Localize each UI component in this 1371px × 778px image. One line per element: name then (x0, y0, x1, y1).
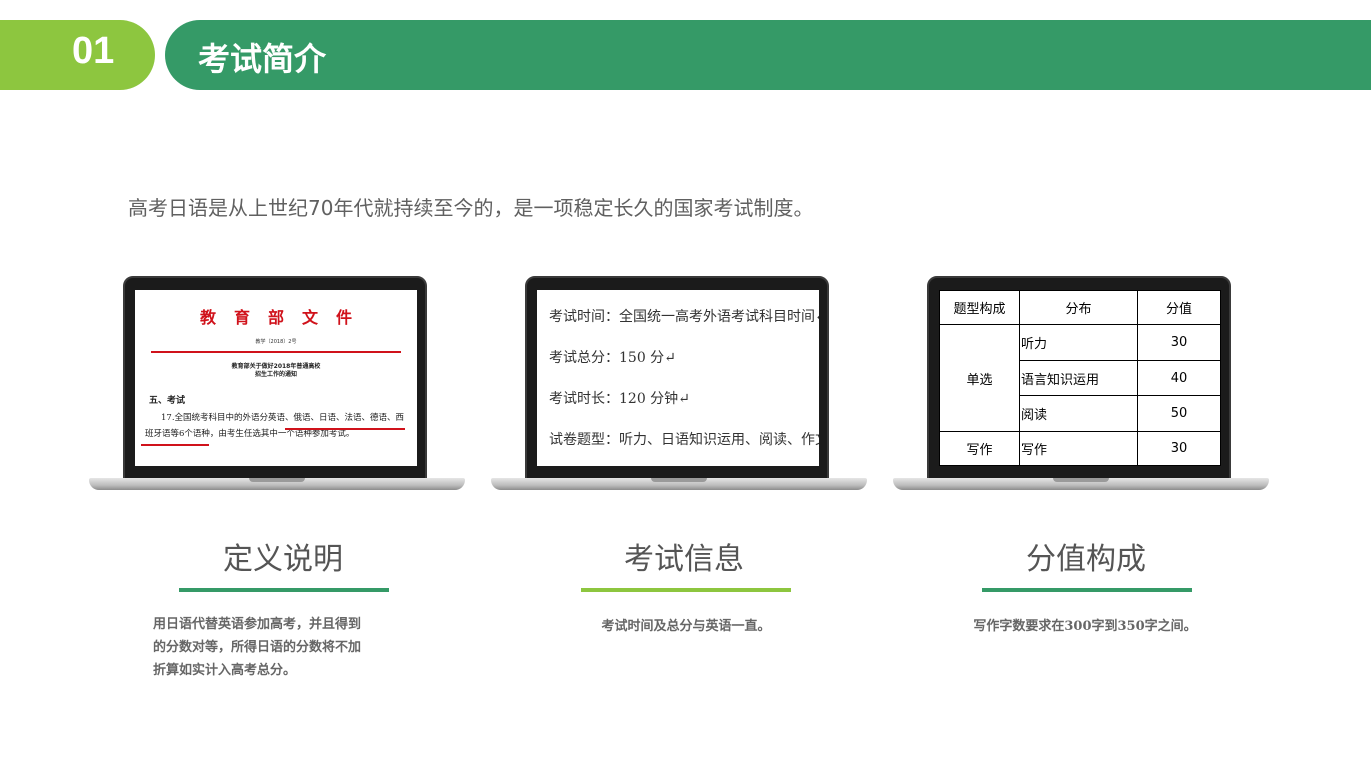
document-subtitle: 教育部关于做好2018年普通高校 招生工作的通知 (135, 363, 417, 379)
caption-text-definition: 用日语代替英语参加高考，并且得到 的分数对等，所得日语的分数将不加 折算如实计入… (153, 613, 413, 682)
table-header-cell: 题型构成 (939, 290, 1020, 325)
laptop-exam-info: 考试时间：全国统一高考外语考试科目时间↵ 考试总分：150 分↵ 考试时长：12… (491, 276, 867, 494)
laptop-score-table: 题型构成 分布 分值 单选 听力 30 语言知识运用 40 阅读 50 写作 写… (893, 276, 1269, 494)
exam-info-list: 考试时间：全国统一高考外语考试科目时间↵ 考试总分：150 分↵ 考试时长：12… (537, 290, 819, 466)
table-header-row: 题型构成 分布 分值 (939, 290, 1221, 325)
exam-info-line: 试卷题型：听力、日语知识运用、阅读、作文。 (549, 432, 819, 448)
language-underline (285, 428, 405, 430)
table-header-cell: 分布 (1019, 290, 1138, 325)
table-cell: 阅读 (1019, 395, 1138, 432)
document-section: 五、考试 (149, 396, 186, 406)
score-table: 题型构成 分布 分值 单选 听力 30 语言知识运用 40 阅读 50 写作 写… (939, 290, 1221, 466)
laptop-document: 教育部文件 教学〔2018〕2号 教育部关于做好2018年普通高校 招生工作的通… (89, 276, 465, 494)
section-number-badge: 01 (0, 20, 155, 90)
table-group-cell: 写作 (939, 431, 1020, 466)
language-underline (141, 444, 209, 446)
caption-text-line: 的分数对等，所得日语的分数将不加 (153, 640, 362, 655)
intro-text: 高考日语是从上世纪70年代就持续至今的，是一项稳定长久的国家考试制度。 (128, 196, 814, 220)
table-row: 写作 写作 30 (939, 431, 1221, 466)
caption-title-definition: 定义说明 (223, 542, 343, 577)
document-number: 教学〔2018〕2号 (255, 339, 297, 345)
caption-underline (982, 588, 1192, 592)
laptop-screen-document: 教育部文件 教学〔2018〕2号 教育部关于做好2018年普通高校 招生工作的通… (135, 290, 417, 466)
table-cell: 30 (1137, 431, 1221, 466)
document-header: 教育部文件 (199, 308, 370, 327)
caption-text-line: 用日语代替英语参加高考，并且得到 (153, 617, 362, 632)
laptop-notch (249, 478, 305, 482)
caption-title-score: 分值构成 (1026, 542, 1146, 577)
caption-underline (179, 588, 389, 592)
table-cell: 40 (1137, 360, 1221, 396)
caption-underline (581, 588, 791, 592)
exam-info-line: 考试时间：全国统一高考外语考试科目时间↵ (549, 309, 819, 325)
caption-text-line: 折算如实计入高考总分。 (153, 663, 297, 678)
laptop-bezel: 考试时间：全国统一高考外语考试科目时间↵ 考试总分：150 分↵ 考试时长：12… (525, 276, 829, 480)
laptop-bezel: 教育部文件 教学〔2018〕2号 教育部关于做好2018年普通高校 招生工作的通… (123, 276, 427, 480)
table-cell: 50 (1137, 395, 1221, 432)
caption-text-exam-info: 考试时间及总分与英语一直。 (536, 615, 836, 638)
table-cell: 写作 (1019, 431, 1138, 466)
exam-info-line: 考试总分：150 分↵ (549, 350, 676, 366)
laptop-screen-table: 题型构成 分布 分值 单选 听力 30 语言知识运用 40 阅读 50 写作 写… (939, 290, 1221, 466)
table-cell: 30 (1137, 324, 1221, 361)
caption-text-score: 写作字数要求在300字到350字之间。 (930, 615, 1240, 638)
table-header-cell: 分值 (1137, 290, 1221, 325)
caption-text-line: 写作字数要求在300字到350字之间。 (973, 619, 1197, 634)
document-body: 17.全国统考科目中的外语分英语、俄语、日语、法语、德语、西班牙语等6个语种，由… (145, 413, 405, 439)
laptop-bezel: 题型构成 分布 分值 单选 听力 30 语言知识运用 40 阅读 50 写作 写… (927, 276, 1231, 480)
table-cell: 语言知识运用 (1019, 360, 1138, 396)
laptop-screen-info: 考试时间：全国统一高考外语考试科目时间↵ 考试总分：150 分↵ 考试时长：12… (537, 290, 819, 466)
table-cell: 听力 (1019, 324, 1138, 361)
caption-title-exam-info: 考试信息 (624, 542, 744, 577)
document-red-rule (151, 351, 401, 353)
document-subtitle-line1: 教育部关于做好2018年普通高校 (231, 363, 321, 370)
laptop-notch (1053, 478, 1109, 482)
page-title: 考试简介 (198, 40, 327, 78)
title-bar: 考试简介 (165, 20, 1371, 90)
document-subtitle-line2: 招生工作的通知 (254, 371, 297, 378)
table-group-cell: 单选 (939, 324, 1020, 432)
section-number: 01 (72, 30, 115, 72)
exam-info-line: 考试时长：120 分钟↵ (549, 391, 690, 407)
laptop-notch (651, 478, 707, 482)
table-row: 单选 听力 30 (939, 324, 1221, 432)
caption-text-line: 考试时间及总分与英语一直。 (601, 619, 771, 634)
